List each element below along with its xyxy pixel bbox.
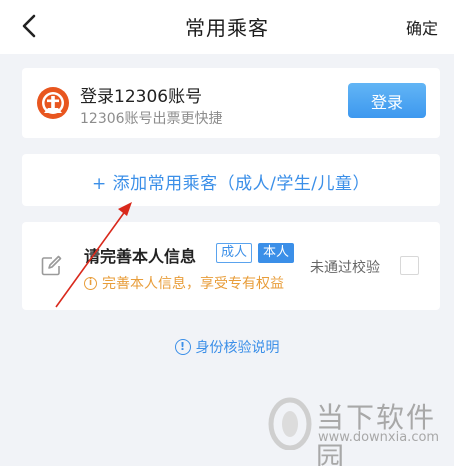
top-bar: 常用乘客 确定 bbox=[0, 0, 454, 54]
identity-verification-label: 身份核验说明 bbox=[195, 340, 280, 356]
login-card: 登录12306账号 12306账号出票更快捷 登录 bbox=[22, 68, 440, 138]
login-button[interactable]: 登录 bbox=[348, 83, 426, 118]
warning-text: 完善本人信息，享受专有权益 bbox=[102, 276, 284, 292]
confirm-button[interactable]: 确定 bbox=[406, 15, 438, 39]
self-passenger-card[interactable]: 请完善本人信息 成人 本人 i 完善本人信息，享受专有权益 未通过校验 bbox=[22, 222, 440, 310]
login-title: 登录12306账号 bbox=[80, 87, 203, 107]
warning-icon: i bbox=[84, 276, 97, 290]
railway-logo-icon bbox=[37, 87, 69, 119]
add-passenger-button[interactable]: + 添加常用乘客（成人/学生/儿童） bbox=[22, 154, 440, 206]
add-passenger-label: + 添加常用乘客（成人/学生/儿童） bbox=[91, 174, 371, 194]
page-title: 常用乘客 bbox=[185, 16, 269, 40]
verification-status: 未通过校验 bbox=[310, 260, 380, 276]
watermark-logo-icon bbox=[268, 397, 312, 450]
adult-tag: 成人 bbox=[216, 243, 253, 263]
watermark-url: www.downxia.com bbox=[318, 430, 440, 445]
login-subtitle: 12306账号出票更快捷 bbox=[80, 111, 223, 127]
self-tag: 本人 bbox=[258, 243, 295, 263]
passenger-info-title: 请完善本人信息 bbox=[84, 247, 197, 266]
edit-icon[interactable] bbox=[40, 255, 62, 277]
warning-row: i 完善本人信息，享受专有权益 bbox=[84, 273, 284, 293]
identity-verification-link[interactable]: ! 身份核验说明 bbox=[0, 337, 454, 357]
info-circle-icon: ! bbox=[174, 339, 191, 355]
passenger-checkbox[interactable] bbox=[400, 256, 419, 275]
